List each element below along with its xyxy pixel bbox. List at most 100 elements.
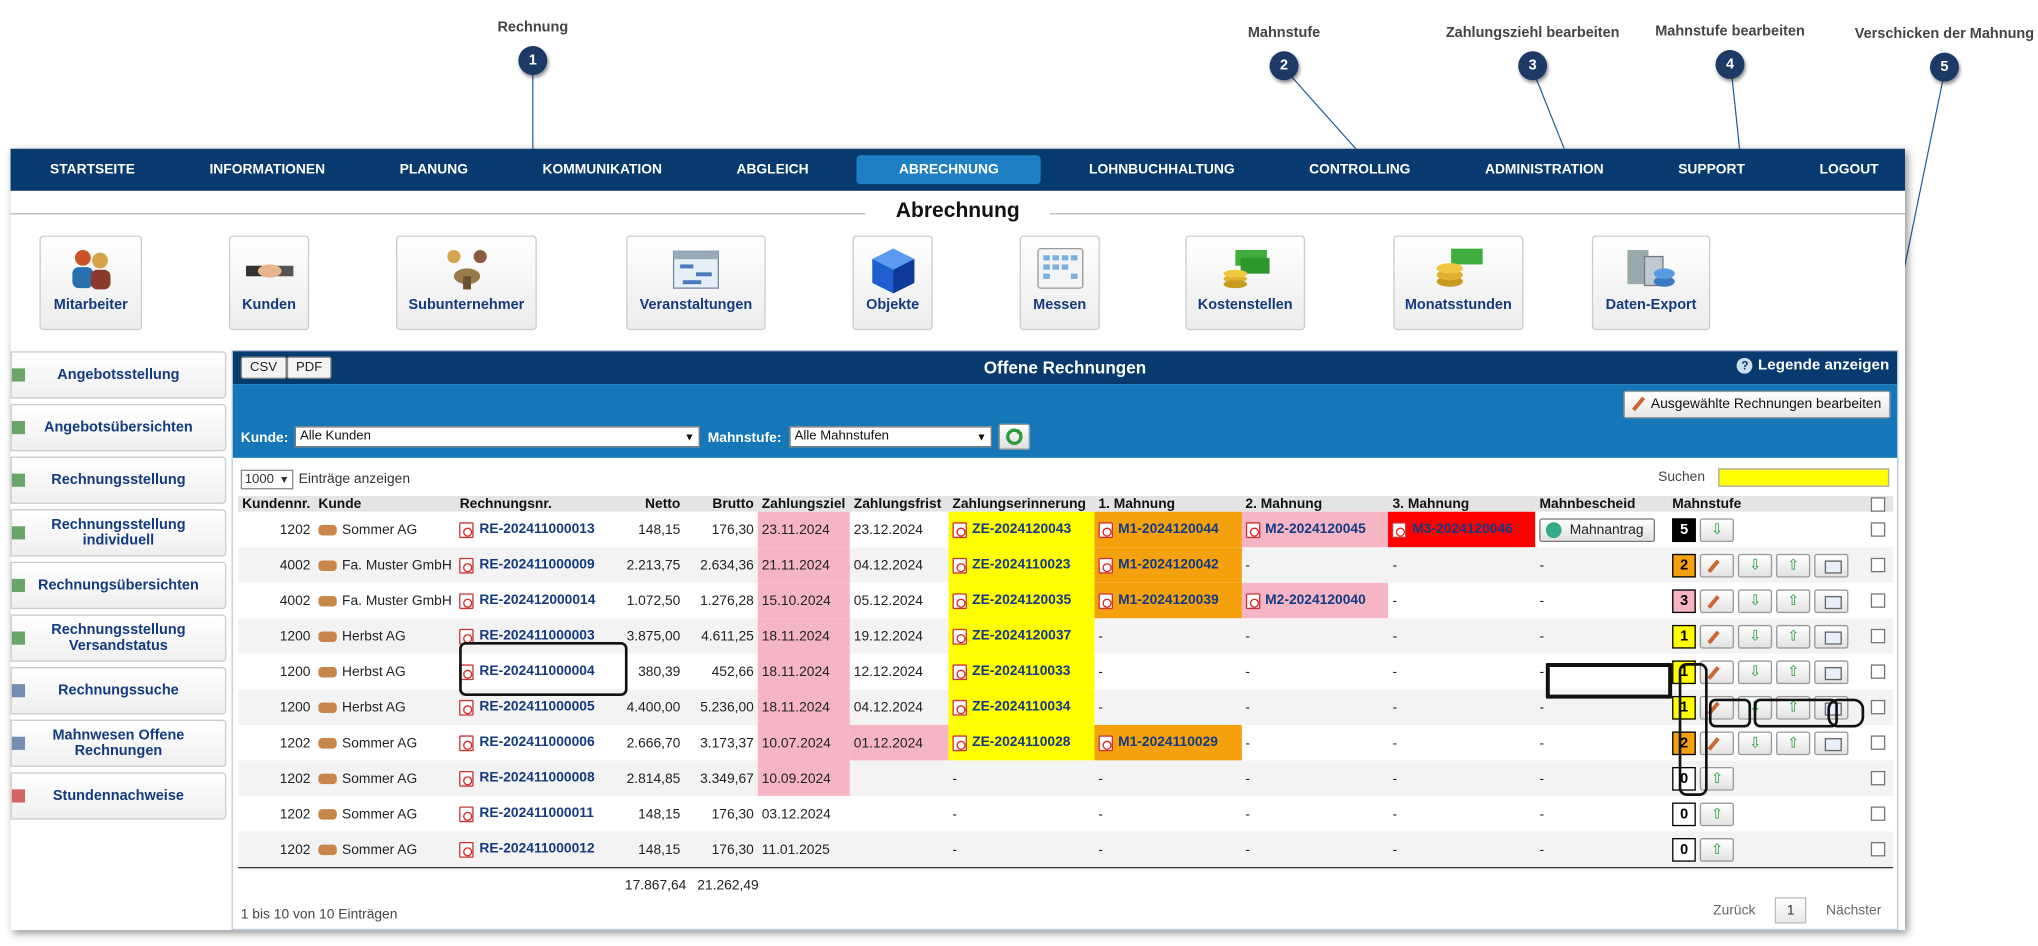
sidebar-item-angebotsstellung[interactable]: Angebotsstellung xyxy=(10,351,227,399)
length-select[interactable]: 1000 ▼ xyxy=(240,469,294,490)
mahnstufe-up-button[interactable]: ⇧ xyxy=(1776,624,1811,648)
mahnstufe-up-button[interactable]: ⇧ xyxy=(1776,695,1811,719)
sidebar-item-rechnungsstellung-versandstatus[interactable]: Rechnungsstellung Versandstatus xyxy=(10,614,227,662)
rechnungsnr-cell[interactable]: RE-202412000014 xyxy=(455,582,614,619)
mahnung1-cell[interactable]: M1-2024120042 xyxy=(1094,547,1242,583)
document-link[interactable]: ZE-2024120035 xyxy=(972,593,1071,609)
rechnungsnr-cell[interactable]: RE-202411000008 xyxy=(455,760,614,796)
zahlungserinnerung-cell[interactable]: ZE-2024110023 xyxy=(948,547,1095,583)
next-page-button[interactable]: Nächster xyxy=(1826,903,1881,919)
module-kunden[interactable]: Kunden xyxy=(228,235,310,331)
document-link[interactable]: ZE-2024110028 xyxy=(972,735,1070,751)
row-checkbox[interactable] xyxy=(1870,558,1886,573)
mahnstufe-select[interactable]: Alle Mahnstufen ▼ xyxy=(789,426,992,448)
zahlungserinnerung-cell[interactable]: ZE-2024120043 xyxy=(948,511,1095,548)
mahnstufe-down-button[interactable]: ⇩ xyxy=(1738,624,1773,648)
zahlungserinnerung-cell[interactable]: ZE-2024110028 xyxy=(948,724,1095,761)
row-checkbox[interactable] xyxy=(1870,593,1886,609)
document-link[interactable]: M1-2024120044 xyxy=(1118,521,1219,537)
document-link[interactable]: RE-202411000004 xyxy=(479,664,594,680)
nav-item-startseite[interactable]: STARTSEITE xyxy=(24,155,162,184)
module-kostenstellen[interactable]: Kostenstellen xyxy=(1185,235,1306,331)
edit-zahlungsziel-button[interactable] xyxy=(1699,695,1735,719)
document-link[interactable]: RE-202411000006 xyxy=(479,735,594,751)
rechnungsnr-cell[interactable]: RE-202411000012 xyxy=(455,831,614,867)
send-mahnung-button[interactable] xyxy=(1814,624,1849,648)
nav-item-administration[interactable]: ADMINISTRATION xyxy=(1459,155,1630,184)
nav-item-planung[interactable]: PLANUNG xyxy=(373,155,494,184)
row-checkbox[interactable] xyxy=(1870,700,1886,715)
document-link[interactable]: M3-2024120046 xyxy=(1412,521,1513,537)
refresh-button[interactable] xyxy=(998,423,1031,450)
row-checkbox[interactable] xyxy=(1870,629,1886,644)
module-veranstaltungen[interactable]: Veranstaltungen xyxy=(626,235,766,331)
column-header[interactable]: Kundennr. xyxy=(238,495,315,512)
kunde-select[interactable]: Alle Kunden ▼ xyxy=(294,426,700,448)
mahnstufe-down-button[interactable]: ⇩ xyxy=(1738,588,1773,613)
nav-item-abrechnung[interactable]: ABRECHNUNG xyxy=(856,155,1041,185)
rechnungsnr-cell[interactable]: RE-202411000011 xyxy=(455,795,614,832)
legend-toggle[interactable]: ? Legende anzeigen xyxy=(1737,357,1889,374)
zahlungserinnerung-cell[interactable]: ZE-2024120037 xyxy=(948,618,1095,654)
mahnung3-cell[interactable]: M3-2024120046 xyxy=(1388,511,1536,548)
send-mahnung-button[interactable] xyxy=(1814,588,1849,613)
mahnstufe-up-button[interactable]: ⇧ xyxy=(1776,659,1811,684)
edit-selected-invoices-button[interactable]: Ausgewählte Rechnungen bearbeiten xyxy=(1622,390,1891,419)
column-header[interactable]: Netto xyxy=(613,495,685,512)
sidebar-item-angebotsübersichten[interactable]: Angebotsübersichten xyxy=(10,403,227,452)
document-link[interactable]: RE-202411000003 xyxy=(479,628,594,644)
column-header[interactable]: Brutto xyxy=(684,495,758,512)
rechnungsnr-cell[interactable]: RE-202411000004 xyxy=(455,653,614,690)
sidebar-item-rechnungsstellung[interactable]: Rechnungsstellung xyxy=(10,456,227,504)
edit-zahlungsziel-button[interactable] xyxy=(1699,624,1735,648)
sidebar-item-rechnungsübersichten[interactable]: Rechnungsübersichten xyxy=(10,561,227,610)
document-link[interactable]: ZE-2024110034 xyxy=(972,699,1070,715)
edit-zahlungsziel-button[interactable] xyxy=(1699,588,1735,613)
mahnstufe-down-button[interactable]: ⇩ xyxy=(1738,553,1773,577)
send-mahnung-button[interactable] xyxy=(1814,553,1849,577)
document-link[interactable]: ZE-2024110023 xyxy=(972,557,1070,573)
row-checkbox[interactable] xyxy=(1870,842,1886,857)
sidebar-item-stundennachweise[interactable]: Stundennachweise xyxy=(10,772,227,820)
mahnung1-cell[interactable]: M1-2024120044 xyxy=(1094,511,1242,548)
mahnstufe-down-button[interactable]: ⇩ xyxy=(1738,659,1773,684)
prev-page-button[interactable]: Zurück xyxy=(1713,903,1755,919)
module-mitarbeiter[interactable]: Mitarbeiter xyxy=(39,235,143,331)
mahnstufe-up-button[interactable]: ⇧ xyxy=(1776,553,1811,577)
mahnstufe-up-button[interactable]: ⇧ xyxy=(1699,766,1735,791)
document-link[interactable]: RE-202411000012 xyxy=(479,841,594,857)
row-checkbox[interactable] xyxy=(1870,735,1886,751)
row-checkbox[interactable] xyxy=(1870,664,1886,680)
rechnungsnr-cell[interactable]: RE-202411000009 xyxy=(455,547,614,583)
document-link[interactable]: M2-2024120040 xyxy=(1265,593,1366,609)
rechnungsnr-cell[interactable]: RE-202411000003 xyxy=(455,618,614,654)
document-link[interactable]: ZE-2024110033 xyxy=(972,664,1070,680)
document-link[interactable]: ZE-2024120037 xyxy=(972,628,1071,644)
mahnstufe-up-button[interactable]: ⇧ xyxy=(1776,588,1811,613)
send-mahnung-button[interactable] xyxy=(1814,695,1849,719)
sidebar-item-rechnungsstellung-individuell[interactable]: Rechnungsstellung individuell xyxy=(10,509,227,557)
zahlungserinnerung-cell[interactable]: ZE-2024110033 xyxy=(948,653,1095,690)
page-1-button[interactable]: 1 xyxy=(1775,897,1807,924)
zahlungserinnerung-cell[interactable]: ZE-2024120035 xyxy=(948,582,1095,619)
mahnung1-cell[interactable]: M1-2024120039 xyxy=(1094,582,1242,619)
mahnstufe-up-button[interactable]: ⇧ xyxy=(1699,837,1735,862)
mahnstufe-up-button[interactable]: ⇧ xyxy=(1699,801,1735,826)
mahnung1-cell[interactable]: M1-2024110029 xyxy=(1094,724,1242,761)
select-all-checkbox[interactable] xyxy=(1870,496,1886,512)
column-header[interactable]: Kunde xyxy=(314,495,456,512)
nav-item-support[interactable]: SUPPORT xyxy=(1652,155,1771,184)
nav-item-abgleich[interactable]: ABGLEICH xyxy=(710,155,835,184)
document-link[interactable]: M2-2024120045 xyxy=(1265,521,1366,537)
mahnstufe-down-button[interactable]: ⇩ xyxy=(1738,730,1773,755)
rechnungsnr-cell[interactable]: RE-202411000006 xyxy=(455,724,614,761)
mahnung2-cell[interactable]: M2-2024120045 xyxy=(1241,511,1389,548)
document-link[interactable]: M1-2024120042 xyxy=(1118,557,1219,573)
nav-item-controlling[interactable]: CONTROLLING xyxy=(1283,155,1437,184)
edit-zahlungsziel-button[interactable] xyxy=(1699,553,1735,577)
search-input[interactable] xyxy=(1718,468,1890,487)
column-header[interactable]: Zahlungsfrist xyxy=(849,495,949,512)
column-header[interactable]: Rechnungsnr. xyxy=(455,495,614,512)
document-link[interactable]: RE-202411000011 xyxy=(479,806,593,822)
column-header[interactable]: 3. Mahnung xyxy=(1388,495,1536,512)
